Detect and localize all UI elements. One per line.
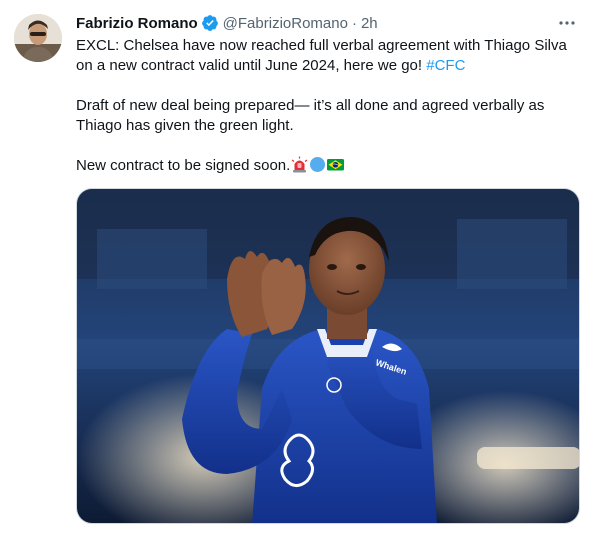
separator-dot: · (351, 14, 357, 32)
tweet-paragraph-3: New contract to be signed soon. (76, 156, 578, 176)
display-name[interactable]: Fabrizio Romano (76, 15, 198, 32)
handle[interactable]: @FabrizioRomano (223, 15, 348, 32)
blue-circle-emoji-icon (309, 156, 326, 173)
tweet-header: Fabrizio Romano @FabrizioRomano · 2h (76, 12, 378, 34)
tweet-paragraph-1: EXCL: Chelsea have now reached full verb… (76, 36, 578, 76)
tweet-text: EXCL: Chelsea have now reached full verb… (76, 36, 578, 176)
tweet-text-line: EXCL: Chelsea have now reached full verb… (76, 37, 567, 74)
hashtag-link[interactable]: #CFC (426, 57, 465, 74)
player-photo: Whalen (77, 189, 579, 523)
tweet-card[interactable]: Fabrizio Romano @FabrizioRomano · 2h EXC… (0, 0, 594, 539)
tweet-paragraph-2: Draft of new deal being prepared— it’s a… (76, 97, 545, 134)
timestamp[interactable]: 2h (361, 15, 378, 32)
more-options-icon[interactable] (556, 12, 578, 34)
siren-emoji-icon (291, 156, 308, 173)
brazil-flag-emoji-icon (327, 156, 345, 173)
tweet-paragraph-3-text: New contract to be signed soon. (76, 157, 291, 174)
tweet-media-image[interactable]: Whalen (76, 188, 580, 524)
verified-badge-icon (201, 14, 219, 32)
avatar-photo (14, 14, 62, 62)
avatar[interactable] (14, 14, 62, 62)
